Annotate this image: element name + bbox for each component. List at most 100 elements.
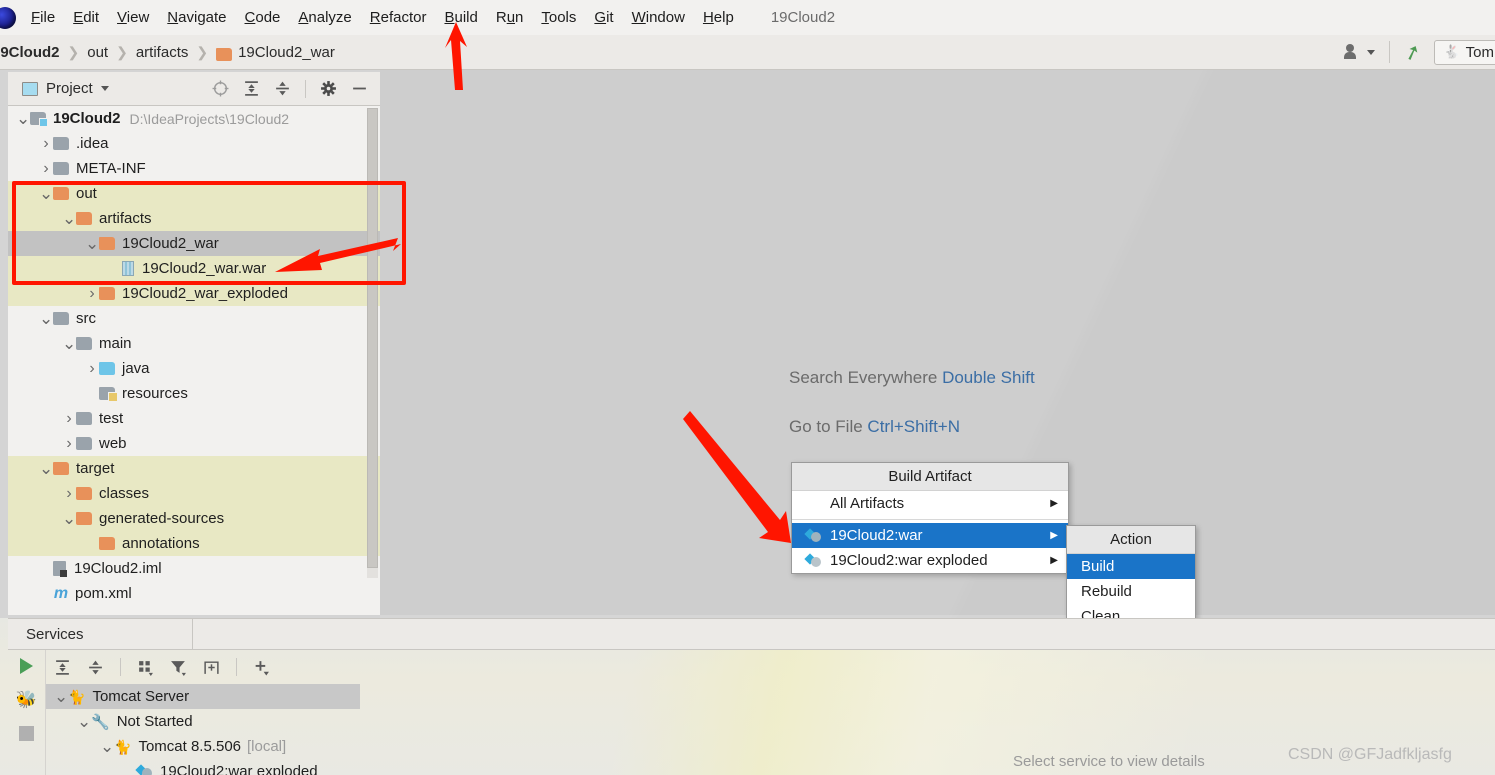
menu-git[interactable]: Git: [585, 6, 622, 29]
tree-node-generated-sources[interactable]: ⌄ generated-sources: [8, 506, 380, 531]
chevron-down-icon[interactable]: ⌄: [54, 688, 68, 705]
tree-node-web[interactable]: › web: [8, 431, 380, 456]
folder-orange-icon: [99, 537, 115, 550]
folder-gray-icon: [76, 337, 92, 350]
locate-target-icon[interactable]: [212, 80, 229, 97]
tree-node-classes[interactable]: › classes: [8, 481, 380, 506]
menu-separator: [792, 519, 1068, 520]
chevron-down-icon[interactable]: ⌄: [62, 510, 76, 527]
tree-node-test[interactable]: › test: [8, 406, 380, 431]
service-node-label: Tomcat Server: [92, 688, 190, 705]
chevron-down-icon[interactable]: ⌄: [39, 460, 53, 477]
menu-navigate[interactable]: Navigate: [158, 6, 235, 29]
hint-label: Go to File: [789, 417, 868, 436]
menu-window[interactable]: Window: [623, 6, 694, 29]
tree-node-19cloud2[interactable]: ⌄ 19Cloud2 D:\IdeaProjects\19Cloud2: [8, 106, 380, 131]
settings-gear-icon[interactable]: [320, 80, 337, 97]
services-tree[interactable]: ⌄ 🐈 Tomcat Server ⌄ 🔧 Not Started ⌄ 🐈 Tomcat 8.5…: [46, 684, 360, 775]
tree-node-label: main: [99, 335, 132, 352]
tree-node-src[interactable]: ⌄ src: [8, 306, 380, 331]
chevron-right-icon[interactable]: ›: [39, 135, 53, 153]
collapse-all-icon[interactable]: [274, 80, 291, 97]
breadcrumb-item-1[interactable]: out: [87, 44, 108, 61]
breadcrumb-item-0[interactable]: 19Cloud2: [0, 44, 60, 61]
tree-node-pom-xml[interactable]: m pom.xml: [8, 581, 380, 606]
submenu-arrow-icon: ▶: [1050, 530, 1058, 541]
tree-node-target[interactable]: ⌄ target: [8, 456, 380, 481]
stop-square-icon[interactable]: [19, 726, 34, 741]
menu-refactor[interactable]: Refactor: [361, 6, 436, 29]
chevron-down-icon[interactable]: [100, 86, 109, 91]
chevron-right-icon[interactable]: ›: [85, 285, 99, 303]
tree-node-19cloud2-iml[interactable]: 19Cloud2.iml: [8, 556, 380, 581]
folder-gray-icon: [76, 412, 92, 425]
service-node-19cloud2-war-exploded[interactable]: 19Cloud2:war exploded: [46, 759, 360, 775]
breadcrumb-separator: ❯: [67, 43, 80, 60]
project-tree-scrollbar[interactable]: [367, 108, 378, 578]
share-project-button[interactable]: [1343, 44, 1375, 60]
folder-gray-icon: [53, 162, 69, 175]
collapse-all-icon[interactable]: [87, 659, 104, 676]
service-node-tomcat-8-5-506[interactable]: ⌄ 🐈 Tomcat 8.5.506 [local]: [46, 734, 360, 759]
menu-run[interactable]: Run: [487, 6, 533, 29]
module-folder-icon: [30, 112, 48, 127]
breadcrumb-item-3[interactable]: 19Cloud2_war: [238, 44, 335, 61]
menu-item-rebuild[interactable]: Rebuild: [1067, 579, 1195, 604]
hint-shortcut: Ctrl+Shift+N: [867, 417, 961, 436]
tree-node-resources[interactable]: resources: [8, 381, 380, 406]
debug-bug-icon[interactable]: 🐝: [16, 690, 37, 710]
breadcrumb-item-2[interactable]: artifacts: [136, 44, 189, 61]
scrollbar-thumb[interactable]: [367, 108, 378, 568]
service-node-not-started[interactable]: ⌄ 🔧 Not Started: [46, 709, 360, 734]
menu-analyze[interactable]: Analyze: [289, 6, 360, 29]
chevron-down-icon[interactable]: ⌄: [62, 335, 76, 352]
chevron-right-icon[interactable]: ›: [39, 160, 53, 178]
menu-item-build[interactable]: Build: [1067, 554, 1195, 579]
breadcrumb-separator: ❯: [116, 43, 128, 60]
chevron-right-icon[interactable]: ›: [62, 410, 76, 428]
menu-item-19cloud2-war[interactable]: 19Cloud2:war ▶: [792, 523, 1068, 548]
add-tab-icon[interactable]: [203, 659, 220, 676]
tree-node-main[interactable]: ⌄ main: [8, 331, 380, 356]
run-play-icon[interactable]: [20, 658, 33, 674]
tree-node--idea[interactable]: › .idea: [8, 131, 380, 156]
tree-node-label: src: [76, 310, 96, 327]
menu-tools[interactable]: Tools: [532, 6, 585, 29]
tree-node-label: test: [99, 410, 124, 427]
services-left-rail: 🐝: [8, 650, 46, 775]
group-by-icon[interactable]: [137, 659, 154, 676]
menu-view[interactable]: View: [108, 6, 158, 29]
tree-node-annotations[interactable]: annotations: [8, 531, 380, 556]
service-node-label: 19Cloud2:war exploded: [160, 763, 318, 775]
tree-node-java[interactable]: › java: [8, 356, 380, 381]
hammer-icon[interactable]: ➚: [1400, 37, 1424, 66]
service-node-tomcat-server[interactable]: ⌄ 🐈 Tomcat Server: [46, 684, 360, 709]
hide-minimize-icon[interactable]: [351, 80, 368, 97]
chevron-right-icon[interactable]: ›: [62, 435, 76, 453]
build-artifact-popup[interactable]: Build Artifact All Artifacts ▶ 19Cloud2:…: [791, 462, 1069, 574]
add-service-icon[interactable]: [253, 659, 270, 676]
tree-node-label: annotations: [122, 535, 200, 552]
chevron-right-icon[interactable]: ›: [85, 360, 99, 378]
expand-all-icon[interactable]: [54, 659, 71, 676]
menu-item-all-artifacts[interactable]: All Artifacts ▶: [792, 491, 1068, 516]
menu-code[interactable]: Code: [236, 6, 290, 29]
chevron-down-icon[interactable]: ⌄: [16, 110, 30, 127]
maven-file-icon: m: [53, 584, 69, 602]
tree-node-meta-inf[interactable]: › META-INF: [8, 156, 380, 181]
chevron-down-icon[interactable]: ⌄: [39, 310, 53, 327]
run-configuration-selector[interactable]: 🐇 Tom: [1434, 39, 1495, 65]
filter-icon[interactable]: [170, 659, 187, 676]
tab-services[interactable]: Services: [8, 619, 193, 650]
expand-all-icon[interactable]: [243, 80, 260, 97]
menu-build[interactable]: Build: [435, 6, 486, 29]
hint-search-everywhere: Search Everywhere Double Shift: [789, 368, 1035, 388]
menu-file[interactable]: File: [22, 6, 64, 29]
chevron-down-icon[interactable]: ⌄: [77, 713, 91, 730]
chevron-down-icon[interactable]: ⌄: [100, 738, 114, 755]
menu-edit[interactable]: Edit: [64, 6, 108, 29]
menu-help[interactable]: Help: [694, 6, 743, 29]
chevron-right-icon[interactable]: ›: [62, 485, 76, 503]
tree-node-label: target: [76, 460, 115, 477]
menu-item-19cloud2-war-exploded[interactable]: 19Cloud2:war exploded ▶: [792, 548, 1068, 573]
